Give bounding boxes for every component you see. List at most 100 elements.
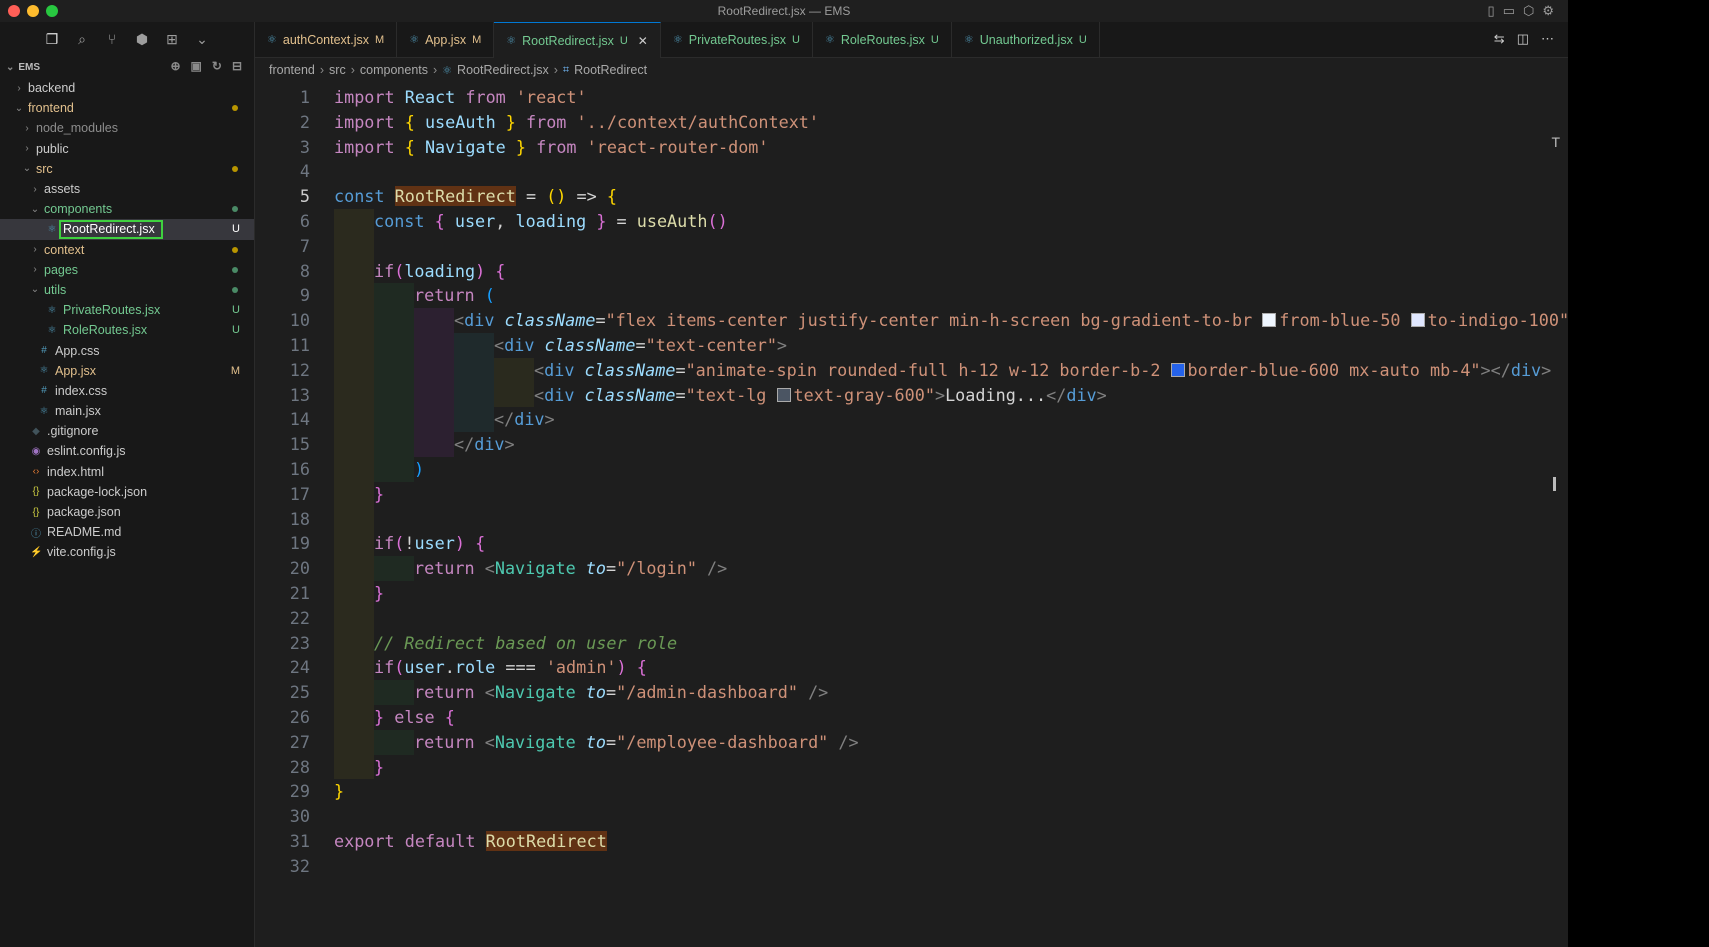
chevron-right-icon: › [17, 82, 21, 94]
indent-guide [454, 333, 494, 358]
editor-tab[interactable]: ⚛ authContext.jsx M [255, 22, 398, 57]
folder-item[interactable]: › assets [0, 179, 254, 199]
file-item[interactable]: ⚛ PrivateRoutes.jsx U [0, 300, 254, 320]
indent-guide [374, 382, 414, 408]
line-number: 3 [299, 136, 310, 157]
remote-explorer-icon[interactable]: ⊞ [164, 31, 180, 48]
code-token: return [414, 285, 485, 306]
close-tab-icon[interactable]: ✕ [638, 34, 648, 48]
color-swatch[interactable] [1170, 362, 1185, 377]
collapse-all-icon[interactable]: ⊟ [232, 59, 242, 73]
color-swatch[interactable] [1262, 313, 1277, 328]
file-item[interactable]: ◆ .gitignore [0, 421, 254, 441]
git-status-dot [232, 266, 238, 273]
color-swatch[interactable] [776, 387, 791, 402]
settings-gear-icon[interactable]: ⚙ [1542, 3, 1554, 19]
more-actions-icon[interactable]: ⋯ [1541, 31, 1554, 47]
search-icon[interactable]: ⌕ [74, 31, 90, 48]
refresh-icon[interactable]: ↻ [212, 59, 222, 73]
code-line: 6 const { user, loading } = useAuth() [255, 209, 1568, 234]
split-editor-icon[interactable]: ◫ [1517, 31, 1529, 47]
color-swatch[interactable] [1410, 313, 1425, 328]
css-file-icon: # [41, 345, 47, 357]
chevron-right-icon: › [319, 63, 325, 77]
editor-tab[interactable]: ⚛ RoleRoutes.jsx U [813, 22, 952, 57]
git-status-dot [232, 246, 238, 253]
explorer-icon[interactable]: ❐ [44, 31, 60, 48]
code-token: to [585, 558, 606, 579]
toggle-panel-icon[interactable]: ▭ [1503, 3, 1515, 19]
file-item[interactable]: ‹› index.html [0, 462, 254, 482]
folder-item[interactable]: › context [0, 240, 254, 260]
indent-guide [374, 283, 414, 309]
file-item[interactable]: ⚛ App.jsx M [0, 361, 254, 381]
new-file-icon[interactable]: ⊕ [170, 59, 180, 73]
file-item[interactable]: ⚡ vite.config.js [0, 542, 254, 562]
code-editor[interactable]: 1 import React from 'react' 2 import { useA… [255, 85, 1568, 947]
folder-item[interactable]: › pages [0, 260, 254, 280]
tree-item-label: utils [44, 282, 67, 297]
chevron-down-icon[interactable]: ⌄ [194, 31, 210, 48]
file-item[interactable]: # App.css [0, 340, 254, 360]
code-token: "/employee-dashboard" [616, 731, 839, 752]
file-item[interactable]: {} package.json [0, 502, 254, 522]
line-text: const RootRedirect = () => { [334, 184, 617, 209]
git-status-dot [232, 206, 238, 213]
file-item[interactable]: ⓘ README.md [0, 522, 254, 542]
editor-tab[interactable]: ⚛ Unauthorized.jsx U [952, 22, 1100, 57]
editor-tab[interactable]: ⚛ RootRedirect.jsx U ✕ [494, 22, 661, 58]
breadcrumb-item[interactable]: src [329, 63, 346, 77]
editor-tab[interactable]: ⚛ App.jsx M [397, 22, 495, 57]
line-text: return ( [414, 283, 495, 308]
code-token: const [374, 211, 435, 231]
code-token: "text-lg [685, 384, 777, 405]
indent-guide [334, 209, 374, 234]
file-item[interactable]: ◉ eslint.config.js [0, 441, 254, 461]
indent-guide [334, 457, 374, 482]
folder-item[interactable]: › node_modules [0, 118, 254, 138]
code-token: ) [475, 260, 496, 281]
file-item[interactable]: {} package-lock.json [0, 482, 254, 502]
explorer-section-header[interactable]: ⌄ EMS ⊕ ▣ ↻ ⊟ [0, 56, 254, 78]
new-folder-icon[interactable]: ▣ [191, 59, 202, 73]
breadcrumb-item[interactable]: RootRedirect.jsx [457, 63, 549, 77]
json-file-icon: {} [32, 506, 40, 518]
code-token: } [374, 756, 385, 777]
code-token: '../context/authContext' [576, 111, 820, 132]
code-token: default [404, 831, 486, 851]
indent-guide [414, 333, 454, 358]
folder-item[interactable]: ⌄ frontend [0, 98, 254, 118]
file-item[interactable]: ⚛ main.jsx [0, 401, 254, 421]
scrollbar-thumb[interactable] [1553, 477, 1556, 491]
folder-item[interactable]: › backend [0, 78, 254, 98]
toggle-sidebar-icon[interactable]: ▯ [1488, 3, 1495, 19]
breadcrumb-item[interactable]: RootRedirect [574, 63, 647, 77]
line-text: <div className="text-center"> [494, 333, 787, 358]
editor-tabs: ⚛ authContext.jsx M ⚛ App.jsx M ⚛ RootRedirect.… [255, 22, 1568, 58]
tree-item-label: vite.config.js [47, 545, 116, 560]
breadcrumb-item[interactable]: frontend [269, 63, 315, 77]
folder-item[interactable]: › public [0, 139, 254, 159]
compare-changes-icon[interactable]: ⇆ [1494, 31, 1505, 47]
chevron-right-icon: › [350, 63, 355, 77]
line-number: 4 [299, 161, 310, 182]
tree-item-label: pages [44, 262, 79, 277]
folder-item[interactable]: ⌄ utils [0, 280, 254, 300]
vite-file-icon: ⚡ [30, 546, 43, 558]
code-token: div [504, 335, 545, 355]
folder-item[interactable]: ⌄ components [0, 199, 254, 219]
breadcrumb-item[interactable]: components [360, 63, 428, 77]
line-text: } [374, 755, 384, 780]
editor-tab[interactable]: ⚛ PrivateRoutes.jsx U [661, 22, 813, 57]
code-token: 'react' [515, 87, 587, 107]
copilot-icon[interactable]: ⬡ [1523, 3, 1534, 19]
indent-guide [414, 407, 454, 433]
file-item[interactable]: # index.css [0, 381, 254, 401]
folder-item[interactable]: ⌄ src [0, 159, 254, 179]
code-token: </ [1046, 384, 1067, 405]
source-control-icon[interactable]: ⑂ [104, 31, 120, 47]
code-line: 20 return <Navigate to="/login" /> [255, 556, 1568, 581]
extensions-icon[interactable]: ⬢ [134, 31, 150, 48]
file-item[interactable]: ⚛ RoleRoutes.jsx U [0, 320, 254, 340]
file-item[interactable]: ⚛ RootRedirect.jsx U [0, 219, 254, 240]
